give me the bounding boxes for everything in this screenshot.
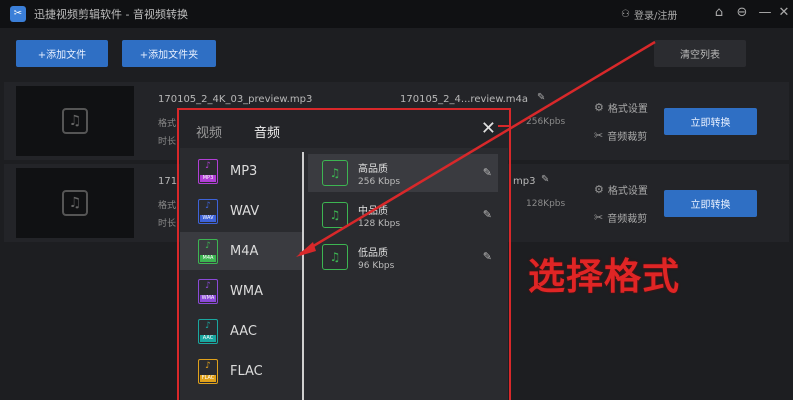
audio-clip-link[interactable]: ✂ 音频裁剪: [594, 210, 647, 225]
login-label: 登录/注册: [633, 11, 678, 22]
user-icon: ⚇: [621, 9, 630, 20]
audio-clip-label: 音频裁剪: [607, 214, 648, 225]
output-filename: mp3: [513, 176, 536, 187]
title-bar: ✂ 迅捷视频剪辑软件 - 音视频转换 ⚇ 登录/注册 ⌂ ⊖ — ✕: [0, 0, 793, 28]
file-thumbnail: ♫: [16, 168, 134, 238]
meta-duration: 时长: [158, 137, 177, 147]
edit-icon[interactable]: ✎: [537, 92, 545, 103]
close-icon[interactable]: ✕: [776, 5, 792, 21]
edit-icon[interactable]: ✎: [541, 174, 549, 185]
minimize-icon[interactable]: ⊖: [734, 5, 750, 21]
meta-duration: 时长: [158, 219, 177, 229]
file-thumbnail: ♫: [16, 86, 134, 156]
add-folder-button[interactable]: +添加文件夹: [122, 40, 216, 67]
audio-clip-link[interactable]: ✂ 音频裁剪: [594, 128, 647, 143]
login-link[interactable]: ⚇ 登录/注册: [621, 7, 677, 22]
music-note-icon: ♫: [62, 108, 88, 134]
add-file-button[interactable]: +添加文件: [16, 40, 108, 67]
highlight-frame: [177, 108, 511, 400]
clear-list-button[interactable]: 清空列表: [654, 40, 746, 67]
music-note-icon: ♫: [62, 190, 88, 216]
audio-clip-label: 音频裁剪: [607, 132, 648, 143]
gear-icon: ⚙: [594, 101, 604, 114]
format-settings-label: 格式设置: [607, 104, 648, 115]
source-filename: 170105_2_4K_03_preview.mp3: [158, 94, 313, 105]
convert-now-button[interactable]: 立即转换: [664, 108, 757, 135]
home-icon[interactable]: ⌂: [711, 5, 727, 21]
app-logo-icon: ✂: [10, 6, 26, 22]
convert-now-button[interactable]: 立即转换: [664, 190, 757, 217]
bitrate: 128Kpbs: [526, 199, 566, 209]
meta-format: 格式: [158, 119, 177, 129]
app-title: 迅捷视频剪辑软件 - 音视频转换: [34, 8, 188, 21]
output-filename: 170105_2_4...review.m4a: [400, 94, 528, 105]
format-settings-label: 格式设置: [607, 186, 648, 197]
bitrate: 256Kpbs: [526, 117, 566, 127]
annotation-text: 选择格式: [528, 255, 680, 298]
meta-format: 格式: [158, 201, 177, 211]
restore-icon[interactable]: —: [757, 5, 773, 21]
scissors-icon: ✂: [594, 211, 604, 224]
format-settings-link[interactable]: ⚙ 格式设置: [594, 182, 648, 197]
scissors-icon: ✂: [594, 129, 604, 142]
source-filename: 171: [158, 176, 178, 187]
gear-icon: ⚙: [594, 183, 604, 196]
format-settings-link[interactable]: ⚙ 格式设置: [594, 100, 648, 115]
app-window: ✂ 迅捷视频剪辑软件 - 音视频转换 ⚇ 登录/注册 ⌂ ⊖ — ✕ +添加文件…: [0, 0, 793, 400]
